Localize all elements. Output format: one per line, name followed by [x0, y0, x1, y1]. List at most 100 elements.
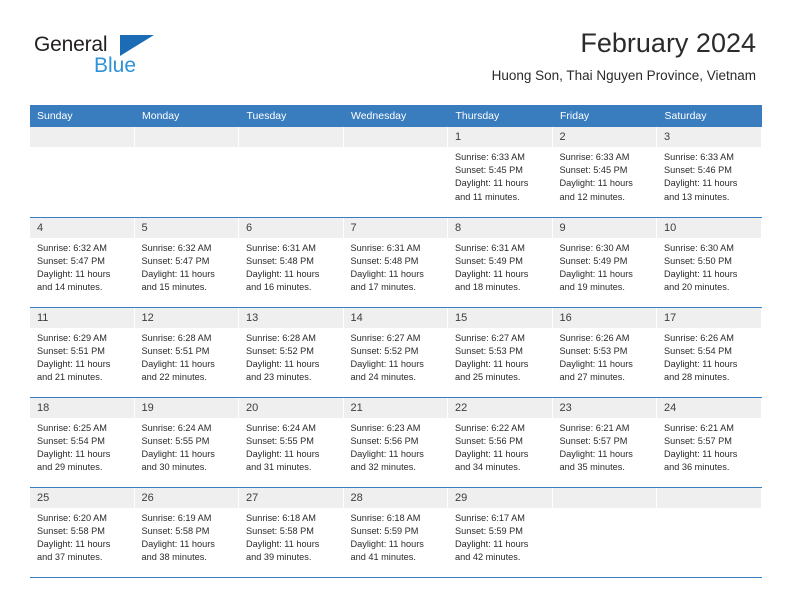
sunset-text: Sunset: 5:58 PM [141, 525, 210, 536]
sunset-text: Sunset: 5:48 PM [350, 255, 419, 266]
day-cell-inner: 21 Sunrise: 6:23 AM Sunset: 5:56 PM Dayligh… [343, 397, 448, 487]
day-cell-inner: 20 Sunrise: 6:24 AM Sunset: 5:55 PM Dayligh… [239, 397, 344, 487]
calendar-day-cell[interactable]: 9 Sunrise: 6:30 AM Sunset: 5:49 PM Daylight… [552, 217, 657, 308]
day-details: Sunrise: 6:28 AM Sunset: 5:51 PM Daylight:… [135, 328, 240, 385]
calendar-day-cell[interactable]: 29 Sunrise: 6:17 AM Sunset: 5:59 PM Dayligh… [448, 487, 553, 578]
day-cell-inner [657, 487, 762, 577]
day-cell-inner: 16 Sunrise: 6:26 AM Sunset: 5:53 PM Dayligh… [552, 307, 657, 397]
day-cell-inner: 29 Sunrise: 6:17 AM Sunset: 5:59 PM Dayligh… [448, 487, 553, 577]
calendar-day-cell[interactable]: 14 Sunrise: 6:27 AM Sunset: 5:52 PM Dayligh… [343, 307, 448, 398]
day-details: Sunrise: 6:19 AM Sunset: 5:58 PM Daylight:… [135, 508, 240, 565]
sunset-text: Sunset: 5:59 PM [455, 525, 523, 536]
sunset-text: Sunset: 5:45 PM [455, 165, 523, 176]
sunset-text: Sunset: 5:56 PM [350, 435, 419, 446]
day-number: 23 [552, 397, 657, 418]
daylight-text: Daylight: 11 hours and 34 minutes. [455, 448, 529, 473]
sunrise-text: Sunrise: 6:33 AM [455, 152, 525, 162]
day-details: Sunrise: 6:28 AM Sunset: 5:52 PM Daylight:… [239, 328, 344, 385]
day-number: 25 [30, 487, 135, 508]
weekday-header-monday: Monday [134, 105, 240, 127]
day-cell-inner: 26 Sunrise: 6:19 AM Sunset: 5:58 PM Dayligh… [134, 487, 240, 577]
sunrise-text: Sunrise: 6:19 AM [141, 512, 212, 523]
day-number: 8 [448, 217, 553, 238]
calendar-day-cell[interactable]: 24 Sunrise: 6:21 AM Sunset: 5:57 PM Dayligh… [657, 397, 762, 488]
sunrise-text: Sunrise: 6:24 AM [141, 422, 212, 433]
general-blue-logo[interactable]: General Blue [34, 34, 254, 86]
daylight-text: Daylight: 11 hours and 37 minutes. [37, 538, 111, 563]
calendar-day-cell[interactable]: 19 Sunrise: 6:24 AM Sunset: 5:55 PM Dayligh… [134, 397, 239, 488]
sunset-text: Sunset: 5:54 PM [37, 435, 105, 446]
sunrise-text: Sunrise: 6:33 AM [664, 152, 734, 162]
day-number: 6 [239, 217, 344, 238]
sunset-text: Sunset: 5:52 PM [246, 345, 314, 356]
sunrise-text: Sunrise: 6:31 AM [455, 242, 525, 253]
day-cell-inner [239, 127, 344, 217]
blue-triangle-flag-icon [120, 35, 154, 56]
sunrise-text: Sunrise: 6:30 AM [664, 242, 734, 253]
day-details: Sunrise: 6:32 AM Sunset: 5:47 PM Daylight:… [135, 238, 240, 295]
sunset-text: Sunset: 5:55 PM [141, 435, 210, 446]
calendar-day-cell[interactable]: 21 Sunrise: 6:23 AM Sunset: 5:56 PM Dayligh… [343, 397, 448, 488]
calendar-day-cell[interactable]: 20 Sunrise: 6:24 AM Sunset: 5:55 PM Dayligh… [239, 397, 344, 488]
calendar-day-cell-empty [343, 127, 448, 218]
day-details: Sunrise: 6:29 AM Sunset: 5:51 PM Daylight:… [30, 328, 135, 385]
calendar-day-cell[interactable]: 12 Sunrise: 6:28 AM Sunset: 5:51 PM Dayligh… [134, 307, 240, 398]
calendar-day-cell[interactable]: 27 Sunrise: 6:18 AM Sunset: 5:58 PM Dayligh… [239, 487, 344, 578]
calendar-day-cell[interactable]: 3 Sunrise: 6:33 AM Sunset: 5:46 PM Daylight… [657, 127, 762, 218]
sunrise-text: Sunrise: 6:32 AM [141, 242, 212, 253]
sunrise-text: Sunrise: 6:23 AM [350, 422, 421, 433]
day-cell-inner: 18 Sunrise: 6:25 AM Sunset: 5:54 PM Dayligh… [30, 397, 135, 487]
sunset-text: Sunset: 5:46 PM [664, 165, 732, 176]
daylight-text: Daylight: 11 hours and 39 minutes. [246, 538, 320, 563]
sunrise-text: Sunrise: 6:28 AM [141, 332, 212, 343]
calendar-day-cell[interactable]: 10 Sunrise: 6:30 AM Sunset: 5:50 PM Dayligh… [657, 217, 762, 308]
day-details: Sunrise: 6:20 AM Sunset: 5:58 PM Daylight:… [30, 508, 135, 565]
day-number: 7 [343, 217, 448, 238]
calendar-day-cell[interactable]: 17 Sunrise: 6:26 AM Sunset: 5:54 PM Dayligh… [657, 307, 762, 398]
day-number: 19 [134, 397, 239, 418]
day-cell-inner: 24 Sunrise: 6:21 AM Sunset: 5:57 PM Dayligh… [657, 397, 762, 487]
calendar-day-cell[interactable]: 25 Sunrise: 6:20 AM Sunset: 5:58 PM Dayligh… [30, 487, 135, 578]
day-details: Sunrise: 6:18 AM Sunset: 5:58 PM Daylight:… [239, 508, 344, 565]
weekday-header-thursday: Thursday [448, 105, 553, 127]
daylight-text: Daylight: 11 hours and 30 minutes. [141, 448, 215, 473]
weekday-header-saturday: Saturday [657, 105, 762, 127]
calendar-day-cell[interactable]: 4 Sunrise: 6:32 AM Sunset: 5:47 PM Daylight… [30, 217, 135, 308]
calendar-day-cell[interactable]: 26 Sunrise: 6:19 AM Sunset: 5:58 PM Dayligh… [134, 487, 240, 578]
calendar-day-cell[interactable]: 23 Sunrise: 6:21 AM Sunset: 5:57 PM Dayligh… [552, 397, 658, 488]
calendar-day-cell[interactable]: 1 Sunrise: 6:33 AM Sunset: 5:45 PM Daylight… [448, 127, 553, 218]
calendar-day-cell[interactable]: 16 Sunrise: 6:26 AM Sunset: 5:53 PM Dayligh… [552, 307, 657, 398]
sunset-text: Sunset: 5:58 PM [37, 525, 105, 536]
calendar-day-cell[interactable]: 15 Sunrise: 6:27 AM Sunset: 5:53 PM Dayligh… [448, 307, 553, 398]
day-number: 10 [657, 217, 762, 238]
day-details: Sunrise: 6:21 AM Sunset: 5:57 PM Daylight:… [553, 418, 658, 475]
day-number: 24 [657, 397, 762, 418]
calendar-day-cell[interactable]: 8 Sunrise: 6:31 AM Sunset: 5:49 PM Daylight… [448, 217, 553, 308]
day-number: 26 [134, 487, 239, 508]
calendar-day-cell[interactable]: 6 Sunrise: 6:31 AM Sunset: 5:48 PM Daylight… [239, 217, 344, 308]
calendar-day-cell[interactable]: 2 Sunrise: 6:33 AM Sunset: 5:45 PM Daylight… [552, 127, 657, 218]
page-header: General Blue February 2024 Huong Son, Th… [0, 0, 792, 83]
calendar-day-cell[interactable]: 22 Sunrise: 6:22 AM Sunset: 5:56 PM Dayligh… [448, 397, 553, 488]
daylight-text: Daylight: 11 hours and 16 minutes. [246, 268, 320, 293]
daylight-text: Daylight: 11 hours and 12 minutes. [559, 178, 633, 202]
sunset-text: Sunset: 5:51 PM [37, 345, 105, 356]
sunrise-text: Sunrise: 6:25 AM [37, 422, 107, 433]
day-number [552, 487, 657, 508]
sunrise-text: Sunrise: 6:32 AM [37, 242, 107, 253]
sunset-text: Sunset: 5:50 PM [664, 255, 732, 266]
title-block: February 2024 Huong Son, Thai Nguyen Pro… [492, 28, 756, 84]
calendar-week-row: 25 Sunrise: 6:20 AM Sunset: 5:58 PM Dayligh… [30, 487, 762, 578]
calendar-day-cell[interactable]: 7 Sunrise: 6:31 AM Sunset: 5:48 PM Daylight… [343, 217, 448, 308]
calendar-day-cell[interactable]: 28 Sunrise: 6:18 AM Sunset: 5:59 PM Dayligh… [343, 487, 448, 578]
calendar-day-cell[interactable]: 18 Sunrise: 6:25 AM Sunset: 5:54 PM Dayligh… [30, 397, 135, 488]
sunrise-text: Sunrise: 6:21 AM [559, 422, 630, 433]
calendar-day-cell[interactable]: 5 Sunrise: 6:32 AM Sunset: 5:47 PM Daylight… [134, 217, 240, 308]
day-cell-inner: 17 Sunrise: 6:26 AM Sunset: 5:54 PM Dayligh… [657, 307, 762, 397]
day-cell-inner [30, 127, 135, 217]
calendar-day-cell[interactable]: 11 Sunrise: 6:29 AM Sunset: 5:51 PM Dayligh… [30, 307, 135, 398]
sunrise-text: Sunrise: 6:26 AM [559, 332, 630, 343]
calendar-day-cell[interactable]: 13 Sunrise: 6:28 AM Sunset: 5:52 PM Dayligh… [239, 307, 344, 398]
calendar-week-row: 11 Sunrise: 6:29 AM Sunset: 5:51 PM Dayligh… [30, 307, 762, 398]
day-cell-inner: 28 Sunrise: 6:18 AM Sunset: 5:59 PM Dayligh… [343, 487, 448, 577]
